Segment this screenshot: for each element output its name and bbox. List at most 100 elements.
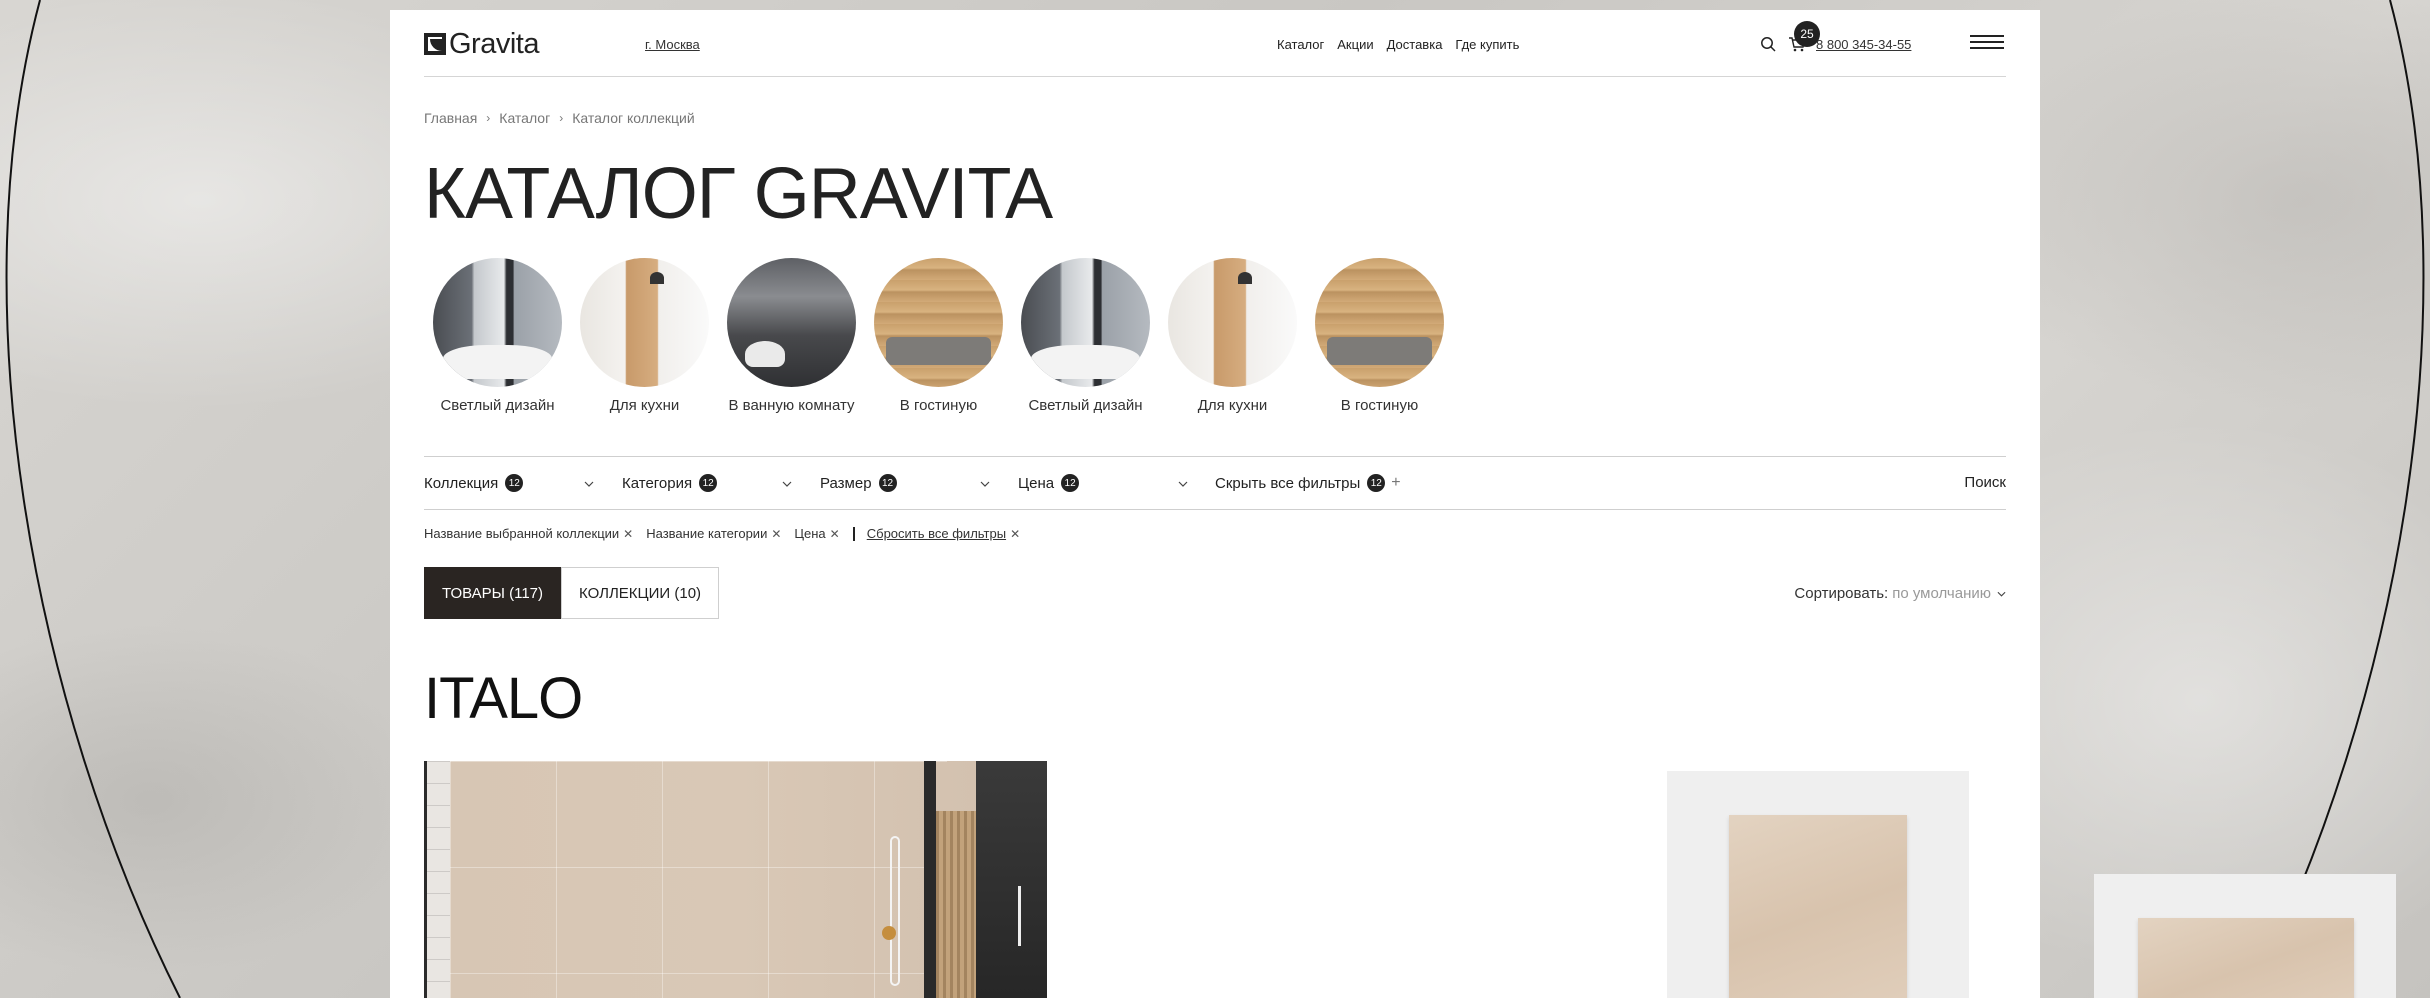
category-label: В гостиную	[899, 397, 978, 414]
main-nav: Каталог Акции Доставка Где купить	[1277, 37, 1519, 52]
chip-label: Название выбранной коллекции	[424, 526, 620, 541]
filter-label: Категория	[622, 474, 693, 492]
product-image	[2138, 918, 2354, 998]
filter-collection[interactable]: Коллекция 12	[424, 474, 524, 492]
wall-tiles	[427, 761, 450, 998]
close-icon[interactable]: ✕	[771, 527, 781, 541]
view-tabs: ТОВАРЫ (117) КОЛЛЕКЦИИ (10)	[424, 567, 720, 619]
category-image	[1315, 258, 1444, 387]
filter-bar: Коллекция 12 Категория 12 Размер 12 Цена…	[424, 456, 2006, 510]
tab-products[interactable]: ТОВАРЫ (117)	[424, 567, 562, 619]
category-item[interactable]: Светлый дизайн	[1012, 258, 1159, 414]
hide-all-filters-button[interactable]: Скрыть все фильтры 12 +	[1215, 474, 1401, 492]
category-label: Для кухни	[1197, 397, 1268, 414]
chevron-right-icon: ›	[486, 111, 491, 125]
logo-text: Gravita	[449, 27, 539, 60]
page-title: КАТАЛОГ GRAVITA	[424, 154, 1053, 234]
category-image	[874, 258, 1003, 387]
menu-icon[interactable]	[1970, 35, 2004, 49]
sort-dropdown[interactable]: Сортировать: по умолчанию	[1794, 585, 2006, 602]
close-icon[interactable]: ✕	[623, 527, 633, 541]
wood-panel	[936, 811, 976, 998]
category-item[interactable]: Для кухни	[1159, 258, 1306, 414]
category-carousel: Светлый дизайн Для кухни В ванную комнат…	[424, 258, 1453, 414]
logo-mark-icon	[424, 33, 446, 55]
chevron-down-icon	[1997, 591, 2006, 597]
filter-chip[interactable]: Цена ✕	[794, 526, 839, 541]
category-label: Светлый дизайн	[1028, 397, 1143, 414]
nav-item-sales[interactable]: Акции	[1337, 37, 1373, 52]
filter-label: Цена	[1018, 474, 1055, 492]
product-card[interactable]	[2094, 874, 2396, 998]
product-image	[1729, 815, 1907, 998]
chevron-right-icon: ›	[559, 111, 564, 125]
chevron-down-icon[interactable]	[584, 481, 594, 487]
search-icon[interactable]	[1760, 36, 1776, 52]
category-item[interactable]: Для кухни	[571, 258, 718, 414]
plus-icon: +	[1391, 474, 1401, 491]
filter-search-button[interactable]: Поиск	[1964, 474, 2006, 491]
nav-item-delivery[interactable]: Доставка	[1387, 37, 1443, 52]
logo[interactable]: Gravita	[424, 27, 539, 60]
category-image	[433, 258, 562, 387]
nav-item-where-to-buy[interactable]: Где купить	[1455, 37, 1519, 52]
filter-count-badge: 12	[699, 474, 718, 492]
category-label: В ванную комнату	[728, 397, 855, 414]
category-image	[580, 258, 709, 387]
breadcrumb-home[interactable]: Главная	[424, 110, 477, 126]
nav-item-catalog[interactable]: Каталог	[1277, 37, 1324, 52]
floor-tiles	[450, 761, 947, 998]
phone-link[interactable]: 8 800 345-34-55	[1816, 37, 1911, 52]
collection-title: ITALO	[424, 666, 583, 731]
lamp	[890, 836, 900, 986]
chevron-down-icon[interactable]	[782, 481, 792, 487]
window-frame	[924, 761, 936, 998]
category-image	[1021, 258, 1150, 387]
category-item[interactable]: В ванную комнату	[718, 258, 865, 414]
filter-label: Скрыть все фильтры	[1215, 474, 1361, 492]
sort-label: Сортировать:	[1794, 585, 1889, 602]
category-item[interactable]: В гостиную	[865, 258, 1012, 414]
category-label: Для кухни	[609, 397, 680, 414]
breadcrumb-catalog[interactable]: Каталог	[499, 110, 550, 126]
chip-label: Цена	[794, 526, 826, 541]
category-item[interactable]: Светлый дизайн	[424, 258, 571, 414]
filter-label: Коллекция	[424, 474, 499, 492]
lamp-fixture	[882, 926, 896, 940]
door-handle	[1018, 886, 1021, 946]
product-card[interactable]	[1667, 771, 1969, 998]
header: Gravita г. Москва Каталог Акции Доставка…	[424, 10, 2006, 77]
reset-label: Сбросить все фильтры	[866, 526, 1007, 541]
divider	[852, 526, 855, 541]
filter-count-badge: 12	[878, 474, 897, 492]
filter-price[interactable]: Цена 12	[1018, 474, 1080, 492]
filter-label: Размер	[820, 474, 872, 492]
category-image	[1168, 258, 1297, 387]
filter-count-badge: 12	[505, 474, 524, 492]
filter-count-badge: 12	[1367, 474, 1386, 492]
category-image	[727, 258, 856, 387]
filter-size[interactable]: Размер 12	[820, 474, 897, 492]
category-item[interactable]: В гостиную	[1306, 258, 1453, 414]
reset-filters-button[interactable]: Сбросить все фильтры ✕	[867, 526, 1020, 541]
dark-wall	[976, 761, 1047, 998]
collection-interior-image[interactable]	[424, 761, 1047, 998]
breadcrumb-current: Каталог коллекций	[572, 110, 695, 126]
close-icon[interactable]: ✕	[1010, 527, 1020, 541]
filter-chip[interactable]: Название выбранной коллекции ✕	[424, 526, 633, 541]
category-label: Светлый дизайн	[440, 397, 555, 414]
chip-label: Название категории	[646, 526, 768, 541]
active-filter-chips: Название выбранной коллекции ✕ Название …	[424, 526, 1033, 541]
filter-count-badge: 12	[1061, 474, 1080, 492]
chevron-down-icon[interactable]	[980, 481, 990, 487]
category-label: В гостиную	[1340, 397, 1419, 414]
breadcrumb: Главная › Каталог › Каталог коллекций	[424, 110, 695, 126]
tab-collections[interactable]: КОЛЛЕКЦИИ (10)	[561, 567, 720, 619]
close-icon[interactable]: ✕	[830, 527, 840, 541]
page-container: Gravita г. Москва Каталог Акции Доставка…	[390, 10, 2396, 998]
city-selector[interactable]: г. Москва	[645, 37, 700, 52]
sort-value: по умолчанию	[1892, 585, 1991, 602]
filter-category[interactable]: Категория 12	[622, 474, 718, 492]
filter-chip[interactable]: Название категории ✕	[646, 526, 781, 541]
chevron-down-icon[interactable]	[1178, 481, 1188, 487]
